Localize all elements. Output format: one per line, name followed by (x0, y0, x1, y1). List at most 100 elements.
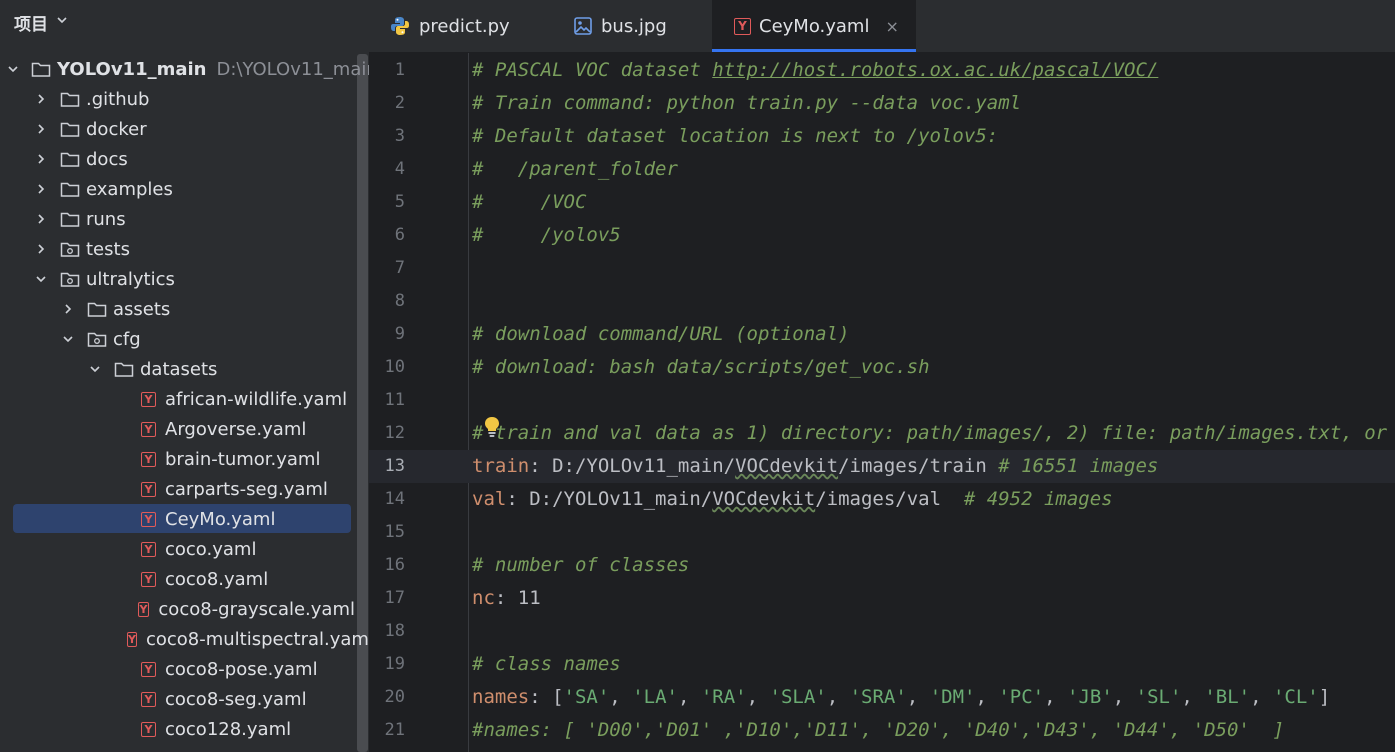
chevron-right-icon[interactable] (34, 92, 48, 106)
code-line[interactable]: 10 # download: bash data/scripts/get_voc.… (369, 351, 1395, 384)
chevron-right-icon[interactable] (34, 182, 48, 196)
code-text: # download command/URL (optional) (472, 318, 850, 351)
code-token: 'SLA' (769, 686, 827, 708)
tree-item-coco8-grayscale-yaml[interactable]: Ycoco8-grayscale.yaml (0, 594, 355, 624)
tree-item-runs[interactable]: runs (0, 204, 355, 234)
tab-bus-jpg[interactable]: bus.jpg (573, 0, 667, 52)
tree-item-coco8-multispectral-yaml[interactable]: Ycoco8-multispectral.yaml (0, 624, 369, 654)
chevron-right-icon[interactable] (34, 122, 48, 136)
tree-item-label: examples (86, 178, 173, 200)
tree-item-tests[interactable]: tests (0, 234, 355, 264)
code-token: 'PC' (998, 686, 1045, 708)
code-line[interactable]: 9 # download command/URL (optional) (369, 318, 1395, 351)
tree-item-ceymo-yaml[interactable]: Y CeyMo.yaml (0, 504, 355, 534)
code-editor[interactable]: 1 # PASCAL VOC dataset http://host.robots… (369, 53, 1395, 752)
tree-item-github[interactable]: .github (0, 84, 355, 114)
code-line[interactable]: 20 names: ['SA', 'LA', 'RA', 'SLA', 'SRA'… (369, 681, 1395, 714)
tree-item-argoverse-yaml[interactable]: Y Argoverse.yaml (0, 414, 355, 444)
line-number: 2 (394, 93, 405, 113)
code-token: 'CL' (1272, 686, 1319, 708)
package-folder-icon (60, 240, 80, 258)
code-line[interactable]: 19 # class names (369, 648, 1395, 681)
tree-item-carparts-seg-yaml[interactable]: Ycarparts-seg.yaml (0, 474, 355, 504)
chevron-right-icon[interactable] (34, 242, 48, 256)
tree-item-cfg[interactable]: cfg (0, 324, 355, 354)
tree-root[interactable]: YOLOv11_main D:\YOLOv11_main (0, 54, 369, 84)
chevron-down-icon[interactable] (56, 14, 68, 30)
code-line[interactable]: 1 # PASCAL VOC dataset http://host.robots… (369, 54, 1395, 87)
code-text: # Train command: python train.py --data … (472, 87, 1021, 120)
chevron-down-icon[interactable] (88, 362, 102, 376)
tree-item-coco-yaml[interactable]: Ycoco.yaml (0, 534, 355, 564)
lightbulb-icon[interactable] (483, 416, 501, 442)
tree-item-coco8-yaml[interactable]: Ycoco8.yaml (0, 564, 355, 594)
code-line[interactable]: 8 (369, 285, 1395, 318)
line-number: 1 (394, 60, 405, 80)
tree-item-brain-tumor-yaml[interactable]: Ybrain-tumor.yaml (0, 444, 355, 474)
tab-ceymo-yaml[interactable]: Y CeyMo.yaml × (712, 0, 916, 52)
code-text: # number of classes (472, 549, 689, 582)
tree-item-label: tests (86, 238, 130, 260)
code-line[interactable]: 11 (369, 384, 1395, 417)
code-line[interactable]: 3 # Default dataset location is next to /… (369, 120, 1395, 153)
line-number: 20 (384, 687, 405, 707)
code-line[interactable]: 17 nc: 11 (369, 582, 1395, 615)
tree-root-label: YOLOv11_main (57, 58, 207, 80)
tree-item-label: coco8-multispectral.yaml (145, 628, 369, 650)
code-token: 'SL' (1135, 686, 1182, 708)
code-token: 'DM' (929, 686, 976, 708)
code-line[interactable]: 7 (369, 252, 1395, 285)
code-line[interactable]: 5 # /VOC (369, 186, 1395, 219)
chevron-down-icon[interactable] (34, 272, 48, 286)
project-panel-title[interactable]: 项目 (14, 10, 48, 35)
chevron-right-icon[interactable] (34, 212, 48, 226)
image-icon (573, 16, 593, 36)
code-token: #names: [ 'D00','D01' ,'D10','D11', 'D20… (472, 719, 1285, 741)
tree-item-label: coco8-grayscale.yaml (158, 598, 355, 620)
code-line[interactable]: 21 #names: [ 'D00','D01' ,'D10','D11', 'D… (369, 714, 1395, 747)
code-line[interactable]: 12 # train and val data as 1) directory: … (369, 417, 1395, 450)
tree-item-docs[interactable]: docs (0, 144, 355, 174)
code-line[interactable]: 16 # number of classes (369, 549, 1395, 582)
line-number: 19 (384, 654, 405, 674)
line-number: 4 (394, 159, 405, 179)
code-text: val: D:/YOLOv11_main/VOCdevkit/images/va… (472, 483, 1113, 516)
code-text: # /parent_folder (472, 153, 678, 186)
tree-item-coco128-yaml[interactable]: Ycoco128.yaml (0, 714, 355, 744)
tree-item-examples[interactable]: examples (0, 174, 355, 204)
tree-item-african-wildlife-yaml[interactable]: Yafrican-wildlife.yaml (0, 384, 355, 414)
project-panel-header[interactable]: 项目 (0, 0, 369, 44)
yaml-icon: Y (141, 691, 156, 707)
tree-item-label: Argoverse.yaml (165, 418, 307, 440)
tree-item-label: coco8.yaml (165, 568, 269, 590)
code-line[interactable]: 4 # /parent_folder (369, 153, 1395, 186)
tree-item-assets[interactable]: assets (0, 294, 355, 324)
code-token: , (677, 686, 701, 708)
tree-item-coco8-seg-yaml[interactable]: Ycoco8-seg.yaml (0, 684, 355, 714)
yaml-icon: Y (137, 601, 150, 617)
line-number: 6 (394, 225, 405, 245)
tree-item-label: african-wildlife.yaml (165, 388, 348, 410)
code-token: , (1250, 686, 1273, 708)
chevron-right-icon[interactable] (34, 152, 48, 166)
tab-predict-py[interactable]: predict.py (389, 0, 510, 52)
close-icon[interactable]: × (885, 17, 898, 36)
tree-item-coco8-pose-yaml[interactable]: Ycoco8-pose.yaml (0, 654, 355, 684)
code-text: names: ['SA', 'LA', 'RA', 'SLA', 'SRA', … (472, 681, 1330, 714)
code-line[interactable]: 13 train: D:/YOLOv11_main/VOCdevkit/image… (369, 450, 1395, 483)
tree-item-docker[interactable]: docker (0, 114, 355, 144)
code-line[interactable]: 14 val: D:/YOLOv11_main/VOCdevkit/images/… (369, 483, 1395, 516)
code-line[interactable]: 15 (369, 516, 1395, 549)
code-line[interactable]: 2 # Train command: python train.py --data… (369, 87, 1395, 120)
yaml-icon: Y (141, 391, 156, 407)
chevron-down-icon[interactable] (7, 62, 19, 76)
chevron-down-icon[interactable] (61, 332, 75, 346)
code-token: /images/val (815, 488, 964, 510)
code-token: /images/train (838, 455, 999, 477)
tree-item-ultralytics[interactable]: ultralytics (0, 264, 355, 294)
code-line[interactable]: 18 (369, 615, 1395, 648)
code-line[interactable]: 6 # /yolov5 (369, 219, 1395, 252)
chevron-right-icon[interactable] (61, 302, 75, 316)
line-number: 18 (384, 621, 405, 641)
tree-item-datasets[interactable]: datasets (0, 354, 355, 384)
